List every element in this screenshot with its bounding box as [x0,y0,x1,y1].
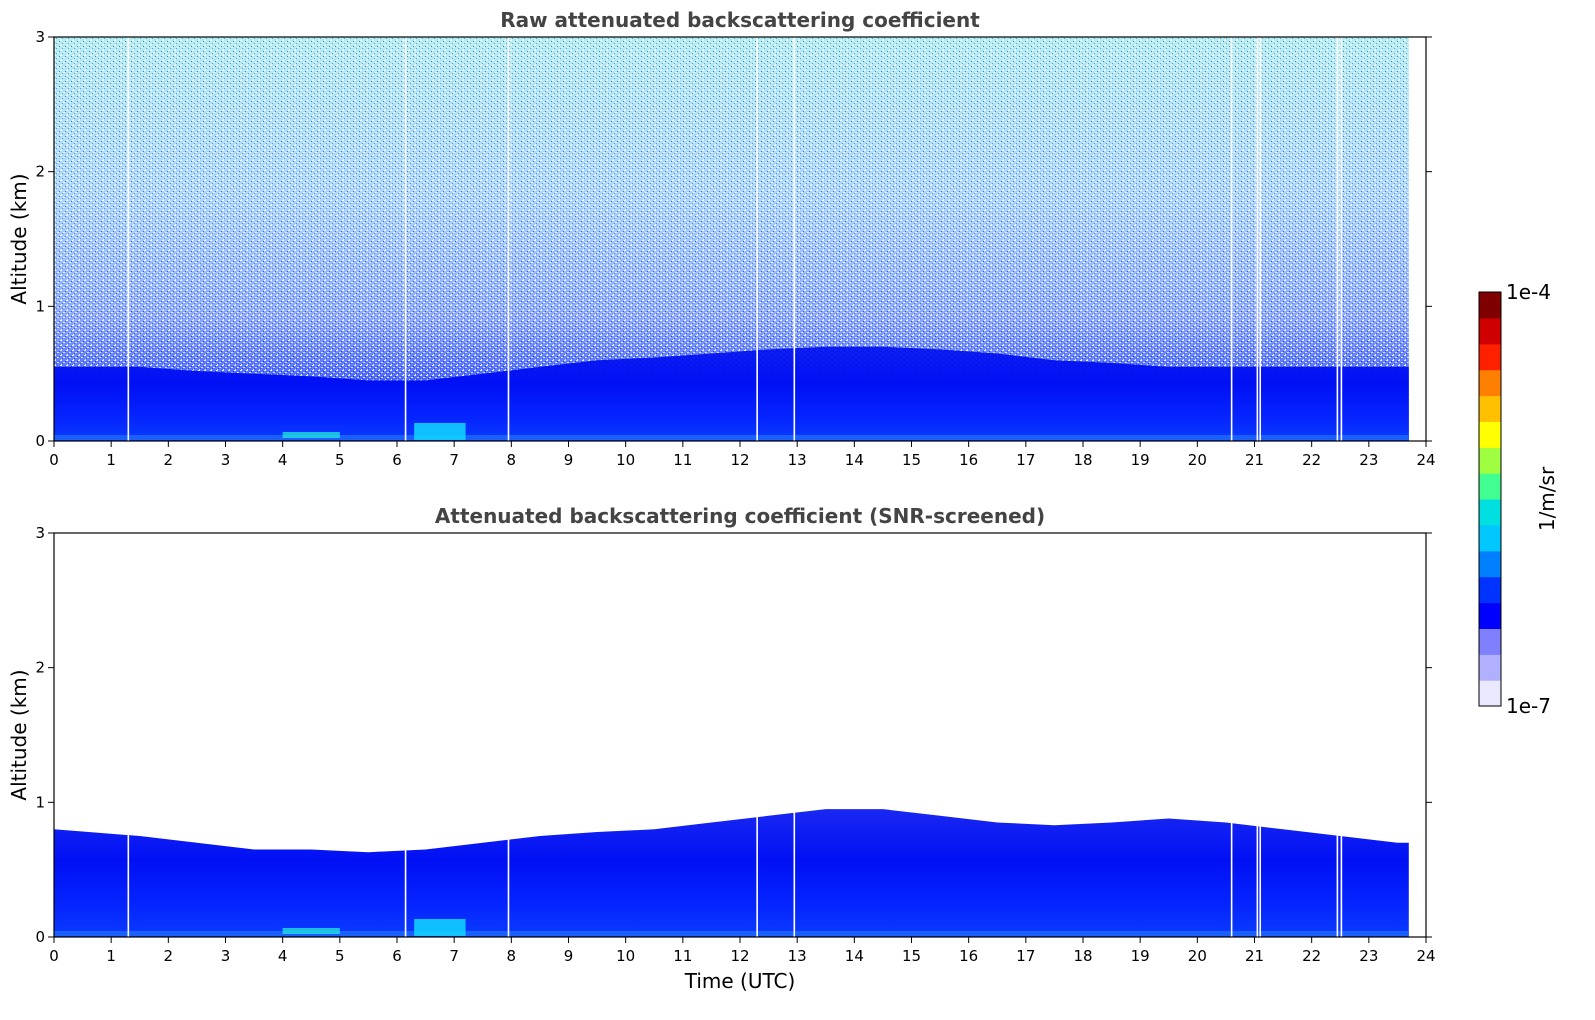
x-tick-label: 2 [164,947,174,965]
x-tick-label: 23 [1359,451,1378,469]
colorbar-swatch [1479,369,1501,397]
x-tick-label: 23 [1359,947,1378,965]
panel1-y-axis-label: Altitude (km) [7,173,31,304]
x-tick-label: 12 [730,947,749,965]
figure: Raw attenuated backscattering coefficien… [7,8,1559,993]
x-tick-label: 17 [1016,451,1035,469]
screened-backscatter-panel: Attenuated backscattering coefficient (S… [7,504,1436,993]
y-tick-label: 1 [35,297,45,315]
y-tick-label: 3 [35,524,45,542]
y-tick-label: 1 [35,793,45,811]
x-tick-label: 15 [902,947,921,965]
x-tick-label: 18 [1073,947,1092,965]
x-tick-label: 4 [278,947,288,965]
x-tick-label: 5 [335,451,345,469]
x-tick-label: 20 [1188,451,1207,469]
x-tick-label: 0 [49,451,59,469]
x-tick-label: 21 [1245,947,1264,965]
colorbar-max-label: 1e-4 [1506,280,1551,304]
colorbar-swatch [1479,628,1501,655]
panel1-title: Raw attenuated backscattering coefficien… [500,8,980,32]
boundary-layer-region [54,809,1409,937]
x-tick-label: 24 [1416,451,1435,469]
colorbar-swatch [1479,550,1501,578]
x-tick-label: 6 [392,451,402,469]
x-tick-label: 19 [1131,947,1150,965]
x-tick-label: 14 [845,451,864,469]
colorbar-unit-label: 1/m/sr [1535,466,1559,531]
panel2-x-ticks: 0 1 2 3 4 5 6 7 8 9 10 11 12 13 14 15 16 17 18 19 20 21 22 23 24 [49,937,1436,965]
colorbar-swatch [1479,421,1501,448]
x-tick-label: 16 [959,947,978,965]
x-tick-label: 11 [673,451,692,469]
night-aerosol-layer [282,928,340,934]
morning-aerosol-layer [414,919,466,936]
colorbar: 1e-4 1e-7 1/m/sr [1478,280,1559,718]
x-tick-label: 22 [1302,451,1321,469]
x-tick-label: 11 [673,947,692,965]
colorbar-swatch [1479,395,1501,422]
colorbar-swatch [1479,447,1501,474]
x-tick-label: 18 [1073,451,1092,469]
x-tick-label: 9 [564,947,574,965]
x-tick-label: 4 [278,451,288,469]
panel2-title: Attenuated backscattering coefficient (S… [435,504,1045,528]
x-tick-label: 15 [902,451,921,469]
colorbar-swatch [1479,499,1501,526]
panel2-x-axis-label: Time (UTC) [684,969,796,993]
y-tick-label: 2 [35,659,45,677]
surface-layer [54,931,1409,936]
colorbar-swatch [1479,654,1501,681]
colorbar-swatch [1479,317,1501,345]
x-tick-label: 19 [1131,451,1150,469]
colorbar-swatch [1479,343,1501,371]
colorbar-swatch [1479,473,1501,500]
x-tick-label: 14 [845,947,864,965]
x-tick-label: 5 [335,947,345,965]
x-tick-label: 13 [788,451,807,469]
y-tick-label: 0 [35,928,45,946]
x-tick-label: 24 [1416,947,1435,965]
x-tick-label: 2 [164,451,174,469]
y-tick-label: 3 [35,28,45,46]
x-tick-label: 17 [1016,947,1035,965]
raw-backscatter-panel: Raw attenuated backscattering coefficien… [7,8,1436,469]
morning-aerosol-layer [414,423,466,440]
x-tick-label: 20 [1188,947,1207,965]
panel1-x-ticks: 0 1 2 3 4 5 6 7 8 9 10 11 12 13 14 15 16 17 18 19 20 21 22 23 24 [49,441,1436,469]
colorbar-swatch [1479,680,1501,707]
surface-layer [54,435,1409,440]
x-tick-label: 10 [616,947,635,965]
x-tick-label: 8 [507,947,517,965]
colorbar-swatch [1479,524,1501,552]
screened-backscatter-heatmap [54,533,1409,937]
y-tick-label: 0 [35,432,45,450]
colorbar-swatch [1479,576,1501,604]
x-tick-label: 6 [392,947,402,965]
x-tick-label: 21 [1245,451,1264,469]
x-tick-label: 1 [106,451,116,469]
x-tick-label: 3 [221,947,231,965]
x-tick-label: 7 [449,947,459,965]
colorbar-swatch [1479,292,1501,319]
x-tick-label: 10 [616,451,635,469]
x-tick-label: 7 [449,451,459,469]
x-tick-label: 22 [1302,947,1321,965]
colorbar-min-label: 1e-7 [1506,694,1551,718]
x-tick-label: 0 [49,947,59,965]
x-tick-label: 1 [106,947,116,965]
x-tick-label: 3 [221,451,231,469]
x-tick-label: 16 [959,451,978,469]
x-tick-label: 8 [507,451,517,469]
y-tick-label: 2 [35,163,45,181]
x-tick-label: 12 [730,451,749,469]
colorbar-swatches [1479,292,1501,707]
colorbar-swatch [1479,602,1501,629]
raw-backscatter-heatmap [54,37,1409,441]
panel2-y-axis-label: Altitude (km) [7,669,31,800]
x-tick-label: 9 [564,451,574,469]
night-aerosol-layer [282,432,340,438]
x-tick-label: 13 [788,947,807,965]
